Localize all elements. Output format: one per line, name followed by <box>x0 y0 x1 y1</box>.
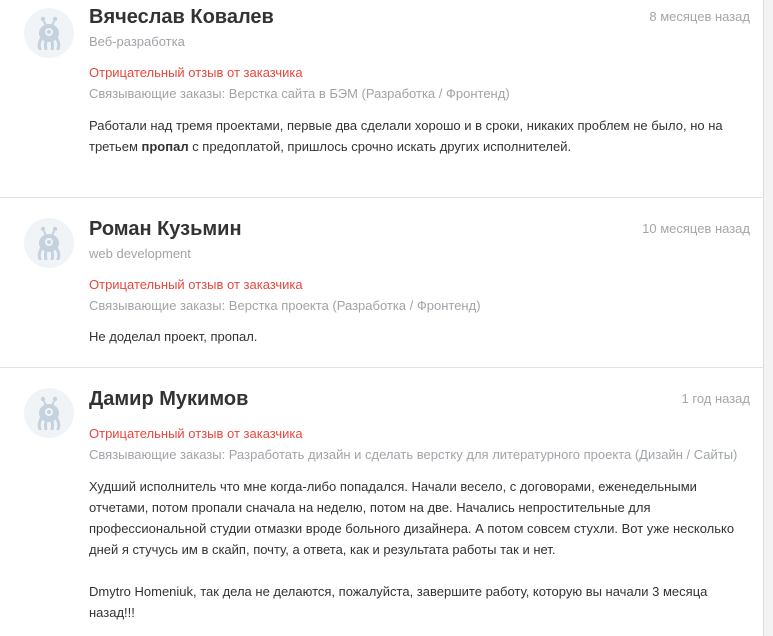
review-text-bold: пропал <box>141 139 189 154</box>
robot-mascot-icon <box>37 16 61 50</box>
review-date: 8 месяцев назад <box>649 9 750 24</box>
linked-orders[interactable]: Связывающие заказы: Разработать дизайн и… <box>89 447 737 462</box>
review-date: 10 месяцев назад <box>642 221 750 236</box>
avatar[interactable] <box>24 8 74 58</box>
review-text: Не доделал проект, пропал. <box>89 329 258 344</box>
author-specialization: Веб-разработка <box>89 34 185 49</box>
review-type: Отрицательный отзыв от заказчика <box>89 65 303 80</box>
review-paragraph: Dmytro Homeniuk, так дела не делаются, п… <box>89 584 708 620</box>
reviews-panel: Вячеслав Ковалев 8 месяцев назад Веб-раз… <box>0 0 764 636</box>
linked-orders[interactable]: Связывающие заказы: Верстка проекта (Раз… <box>89 298 481 313</box>
robot-mascot-icon <box>37 226 61 260</box>
author-name[interactable]: Вячеслав Ковалев <box>89 6 274 29</box>
avatar[interactable] <box>24 218 74 268</box>
review-paragraph: Худший исполнитель что мне когда-либо по… <box>89 479 735 557</box>
avatar[interactable] <box>24 388 74 438</box>
robot-mascot-icon <box>37 396 61 430</box>
review-date: 1 год назад <box>681 391 750 406</box>
author-specialization: web development <box>89 246 191 261</box>
divider <box>0 197 763 198</box>
review-type: Отрицательный отзыв от заказчика <box>89 426 303 441</box>
review-text: Худший исполнитель что мне когда-либо по… <box>89 476 739 623</box>
author-name[interactable]: Роман Кузьмин <box>89 218 242 241</box>
divider <box>0 367 763 368</box>
linked-orders[interactable]: Связывающие заказы: Верстка сайта в БЭМ … <box>89 86 510 101</box>
review-type: Отрицательный отзыв от заказчика <box>89 277 303 292</box>
review-text: Работали над тремя проектами, первые два… <box>89 115 739 157</box>
review-text-part: с предоплатой, пришлось срочно искать др… <box>188 139 572 154</box>
author-name[interactable]: Дамир Мукимов <box>89 388 248 411</box>
